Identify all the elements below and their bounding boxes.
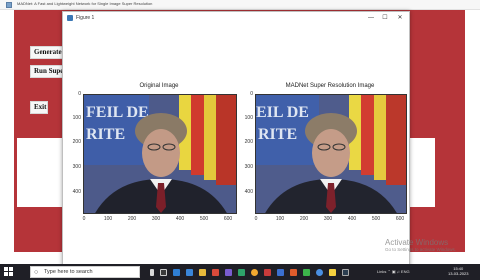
windows-logo-icon: [4, 272, 8, 276]
left-ytick: 300: [72, 164, 81, 170]
right-xtick: 0: [254, 216, 258, 222]
svg-text:RITE: RITE: [86, 126, 125, 143]
left-xtick: 300: [151, 216, 161, 222]
watermark-subtitle: Go to Settings to activate Windows.: [385, 247, 457, 252]
exit-button[interactable]: Exit: [30, 101, 48, 114]
search-icon: ○: [34, 269, 39, 276]
left-xtick: 600: [223, 216, 233, 222]
watermark-title: Activate Windows: [385, 238, 449, 247]
left-ytick: 100: [72, 115, 81, 121]
system-tray[interactable]: Links ⌃ ▣ ♫ ENG: [377, 269, 410, 274]
app-icon: [6, 2, 12, 8]
app-title: MADNet: A Fast and Lightweight Network f…: [17, 1, 153, 6]
super-resolution-image-axes: EIL DE RITE: [255, 94, 407, 214]
app-titlebar: MADNet: A Fast and Lightweight Network f…: [0, 0, 480, 10]
right-ytick: 300: [244, 164, 253, 170]
windows-logo-icon: [4, 267, 8, 271]
right-xtick: 400: [347, 216, 357, 222]
figure-icon: [67, 15, 73, 21]
left-ytick: 400: [72, 189, 81, 195]
super-resolution-image-title: MADNet Super Resolution Image: [285, 83, 375, 89]
app-icon-purple[interactable]: [225, 269, 232, 276]
taskbar-clock[interactable]: 15:40 13-03-2023: [448, 266, 468, 276]
svg-text:RITE: RITE: [258, 126, 297, 143]
right-xtick: 100: [275, 216, 285, 222]
left-xtick: 500: [199, 216, 209, 222]
chrome-icon[interactable]: [251, 269, 258, 276]
svg-text:FEIL DE: FEIL DE: [86, 104, 149, 121]
right-ytick: 200: [244, 139, 253, 145]
powerpoint-icon[interactable]: [290, 269, 297, 276]
windows-logo-icon: [9, 267, 13, 271]
right-ytick: 0: [250, 91, 253, 97]
clock-date: 13-03-2023: [448, 271, 469, 276]
right-ytick: 100: [244, 115, 253, 121]
figure-titlebar[interactable]: Figure 1 — ☐ ✕: [63, 12, 409, 25]
word-icon[interactable]: [277, 269, 284, 276]
app-icon-maroon[interactable]: [264, 269, 271, 276]
store-icon[interactable]: [186, 269, 193, 276]
right-xtick: 500: [371, 216, 381, 222]
activate-windows-watermark: Activate Windows Go to Settings to activ…: [385, 238, 456, 252]
svg-text:EIL DE: EIL DE: [256, 104, 309, 121]
right-xtick: 300: [323, 216, 333, 222]
taskbar-search-input[interactable]: ○ Type here to search: [30, 266, 140, 278]
app-icon-green[interactable]: [238, 269, 245, 276]
left-xtick: 200: [127, 216, 137, 222]
close-button[interactable]: ✕: [393, 14, 407, 23]
excel-icon[interactable]: [303, 269, 310, 276]
app-icon-red[interactable]: [212, 269, 219, 276]
left-xtick: 400: [175, 216, 185, 222]
super-resolution-portrait-image: EIL DE RITE: [256, 95, 406, 213]
task-view-icon[interactable]: [160, 269, 167, 276]
edge-browser-icon[interactable]: [173, 269, 180, 276]
original-image-title: Original Image: [139, 83, 179, 89]
terminal-icon[interactable]: [342, 269, 349, 276]
original-portrait-image: FEIL DE RITE: [84, 95, 236, 213]
original-image-axes: FEIL DE RITE: [83, 94, 237, 214]
maximize-button[interactable]: ☐: [378, 14, 392, 23]
right-ytick: 400: [244, 189, 253, 195]
minimize-button[interactable]: —: [364, 14, 378, 23]
windows-logo-icon: [9, 272, 13, 276]
python-icon[interactable]: [329, 269, 336, 276]
cortana-icon[interactable]: [150, 269, 154, 276]
file-explorer-icon[interactable]: [199, 269, 206, 276]
figure-title: Figure 1: [76, 15, 95, 21]
left-ytick: 0: [78, 91, 81, 97]
left-xtick: 0: [82, 216, 86, 222]
right-xtick: 600: [395, 216, 405, 222]
search-placeholder: Type here to search: [44, 269, 93, 275]
left-xtick: 100: [103, 216, 113, 222]
app-icon-blue[interactable]: [316, 269, 323, 276]
left-ytick: 200: [72, 139, 81, 145]
right-xtick: 200: [299, 216, 309, 222]
start-button[interactable]: [4, 267, 14, 277]
